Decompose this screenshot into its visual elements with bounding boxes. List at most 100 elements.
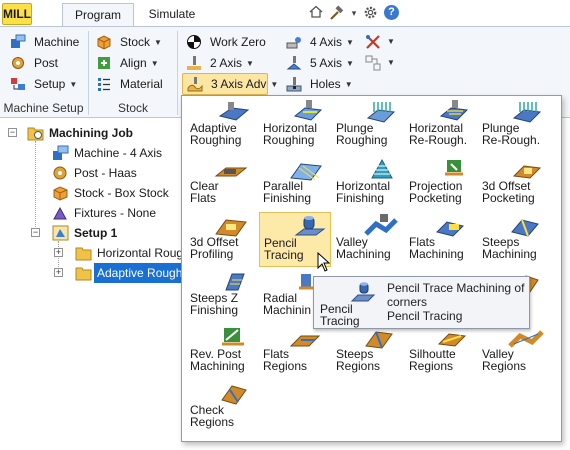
collapse-setup-icon[interactable]: − (31, 228, 40, 237)
hammer-icon[interactable] (328, 5, 344, 21)
stock-icon (53, 186, 68, 201)
holes-label: Holes ▼ (310, 74, 353, 95)
tile-plunge-re-rough[interactable]: Plunge Re-Rough. (478, 98, 550, 153)
tile-valley-regions[interactable]: Valley Regions (478, 324, 550, 379)
collapse-root-icon[interactable]: − (8, 128, 17, 137)
tab-mill[interactable]: MILL (2, 3, 32, 25)
ribbon-tab-bar: MILL Program Simulate ▾ ? (0, 0, 570, 27)
tile-rev-post-machining[interactable]: Rev. Post Machining (186, 324, 258, 379)
setup-icon (11, 78, 25, 90)
tile-label: Clear Flats (190, 179, 219, 205)
tile-horizontal-re-rough[interactable]: Horizontal Re-Rough. (405, 98, 477, 153)
tile-label: Flats Machining (409, 235, 464, 261)
tile-label: Adaptive Roughing (190, 121, 242, 147)
tile-steeps-machining[interactable]: Steeps Machining (478, 212, 550, 267)
three-axis-adv-button[interactable]: 3 Axis Adv ▼ (182, 73, 278, 95)
settings-icon[interactable] (362, 5, 378, 21)
folder-icon (75, 247, 92, 261)
crossed-tools-icon (366, 35, 380, 49)
tile-parallel-finishing[interactable]: Parallel Finishing (259, 156, 331, 211)
tree-label: Horizontal Roug (97, 246, 184, 260)
setup-caret-icon: ▼ (69, 79, 78, 89)
post-icon (53, 166, 67, 180)
five-axis-icon (286, 56, 302, 70)
tile-label: Rev. Post Machining (190, 347, 245, 373)
align-icon (98, 57, 110, 69)
tile-label: 3d Offset Pocketing (482, 179, 535, 205)
dropdown-arrow-icon[interactable]: ▾ (346, 5, 362, 21)
stock-icon (97, 35, 111, 50)
tile-plunge-roughing[interactable]: Plunge Roughing (332, 98, 404, 153)
stock-group-label: Stock (117, 101, 148, 115)
two-axis-label: 2 Axis ▼ (210, 53, 254, 74)
setup-icon (52, 225, 69, 241)
tooltip: Pencil Tracing Pencil Trace Machining of… (313, 276, 530, 329)
tools-caret-icon: ▼ (387, 37, 395, 46)
tree-label: Fixtures - None (74, 206, 157, 220)
tile-clear-flats[interactable]: Clear Flats (186, 156, 258, 211)
two-axis-icon (187, 56, 201, 70)
home-icon[interactable] (308, 5, 324, 21)
tree-label: Machine - 4 Axis (74, 146, 163, 160)
expand-op-icon[interactable]: + (54, 248, 63, 257)
tile-label: Silhoutte Regions (409, 347, 456, 373)
four-axis-icon (286, 37, 301, 49)
tile-label: Check Regions (190, 403, 235, 429)
three-axis-adv-icon (187, 77, 203, 92)
tile-horizontal-finishing[interactable]: Horizontal Finishing (332, 156, 404, 211)
tile-3d-offset-profiling[interactable]: 3d Offset Profiling (186, 212, 258, 267)
tile-label: Plunge Roughing (336, 121, 388, 147)
tile-adaptive-roughing[interactable]: Adaptive Roughing (186, 98, 258, 153)
tree-label: Adaptive Rough (94, 263, 186, 283)
stock-caret-icon: ▼ (154, 37, 162, 47)
machine-setup-group-label: Machine Setup (3, 101, 84, 115)
tile-label: Valley Machining (336, 235, 391, 261)
tile-label: Horizontal Re-Rough. (409, 121, 468, 147)
pencil-tracing-icon (350, 282, 376, 302)
machine-label: Machine (34, 35, 80, 49)
pattern-icon (365, 55, 381, 71)
five-axis-label: 5 Axis ▼ (310, 53, 354, 74)
stock-label: Stock ▼ (120, 32, 162, 53)
work-zero-label: Work Zero (210, 35, 266, 49)
patterns-button[interactable]: ▼ (365, 53, 395, 73)
holes-icon (286, 77, 302, 92)
tile-label: Horizontal Roughing (263, 121, 318, 147)
tile-label: Steeps Machining (482, 235, 537, 261)
tile-flats-machining[interactable]: Flats Machining (405, 212, 477, 267)
tab-program[interactable]: Program (62, 3, 134, 27)
tile-label: Steeps Z Finishing (190, 291, 239, 317)
job-tree: − Machining Job Machine - 4 Axis Post - … (0, 119, 190, 450)
tile-label: Valley Regions (482, 347, 527, 373)
two-axis-caret-icon: ▼ (246, 58, 254, 68)
tile-steeps-z-finishing[interactable]: Steeps Z Finishing (186, 268, 258, 323)
tools-button[interactable]: ▼ (365, 32, 395, 52)
align-caret-icon: ▼ (150, 58, 159, 68)
help-icon[interactable]: ? (384, 5, 400, 21)
tile-valley-machining[interactable]: Valley Machining (332, 212, 404, 267)
fixtures-icon (53, 206, 67, 220)
tile-horizontal-roughing[interactable]: Horizontal Roughing (259, 98, 331, 153)
tile-label: Flats Regions (263, 347, 308, 373)
material-label: Material (120, 77, 163, 91)
holes-caret-icon: ▼ (344, 79, 353, 89)
expand-op-icon[interactable]: + (54, 268, 63, 277)
tile-label: Projection Pocketing (409, 179, 463, 205)
three-axis-adv-menu: Adaptive Roughing Horizontal Roughing Plunge… (181, 95, 562, 442)
patterns-caret-icon: ▼ (387, 58, 395, 67)
tile-silhoutte-regions[interactable]: Silhoutte Regions (405, 324, 477, 379)
machine-icon (11, 34, 26, 48)
tile-steeps-regions[interactable]: Steeps Regions (332, 324, 404, 379)
four-axis-caret-icon: ▼ (346, 37, 354, 47)
tree-label: Stock - Box Stock (74, 186, 169, 200)
three-axis-adv-label: 3 Axis Adv ▼ (211, 74, 278, 95)
tile-check-regions[interactable]: Check Regions (186, 380, 258, 435)
post-label: Post (34, 56, 59, 70)
tile-projection-pocketing[interactable]: Projection Pocketing (405, 156, 477, 211)
mouse-cursor-icon (317, 252, 331, 272)
tab-simulate[interactable]: Simulate (136, 3, 208, 27)
tree-label: Post - Haas (74, 166, 137, 180)
tile-3d-offset-pocketing[interactable]: 3d Offset Pocketing (478, 156, 550, 211)
tile-flats-regions[interactable]: Flats Regions (259, 324, 331, 379)
tile-label: Parallel Finishing (263, 179, 312, 205)
